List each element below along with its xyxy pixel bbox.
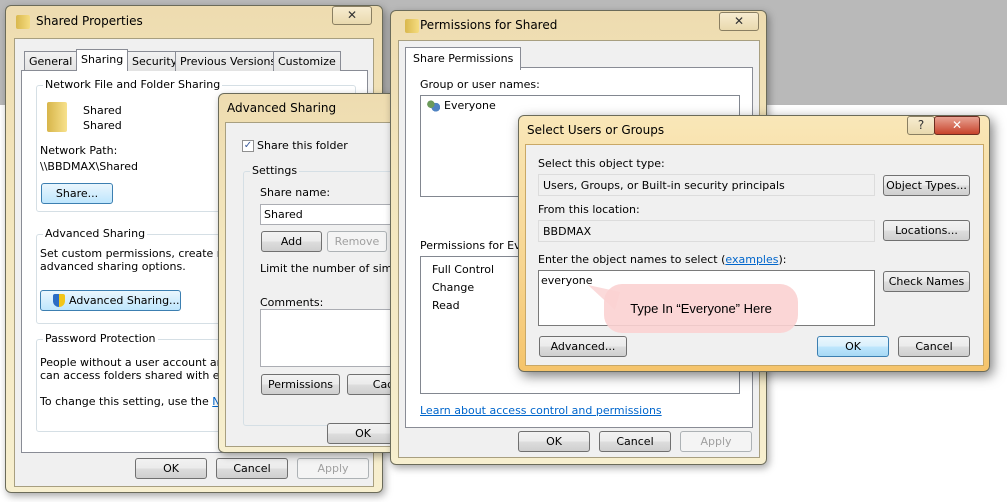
learn-access-control-link[interactable]: Learn about access control and permissio… [420,404,662,417]
apply-button[interactable]: Apply [680,431,752,452]
check-names-button[interactable]: Check Names [883,271,970,292]
folder-icon [16,15,30,29]
object-type-label: Select this object type: [538,157,665,170]
remove-button[interactable]: Remove [327,231,387,252]
checkbox-icon: ✓ [242,140,254,152]
checkbox-label: Share this folder [257,139,348,152]
location-label: From this location: [538,203,640,216]
enter-names-label: Enter the object names to select (exampl… [538,253,786,266]
group-label: Settings [250,164,300,177]
users-group-icon [426,100,440,112]
text: ): [778,253,787,266]
close-button[interactable]: ✕ [934,116,980,135]
share-button[interactable]: Share... [41,183,113,204]
group-label: Network File and Folder Sharing [43,78,223,91]
description: People without a user account and p [40,356,242,369]
text: Enter the object names to select ( [538,253,726,266]
button-label: Advanced Sharing... [69,294,180,307]
object-type-field: Users, Groups, or Built-in security prin… [538,174,875,196]
add-button[interactable]: Add [261,231,322,252]
advanced-sharing-window: Advanced Sharing ✓ Share this folder Set… [218,93,443,453]
folder-large-icon [47,102,67,132]
folder-icon [405,19,419,33]
object-types-button[interactable]: Object Types... [883,175,970,196]
window-title: Advanced Sharing [227,101,337,115]
tab-sharing[interactable]: Sharing [76,49,129,71]
tab-customize[interactable]: Customize [273,51,341,71]
description: can access folders shared with every [40,369,244,382]
cancel-button[interactable]: Cancel [898,336,970,357]
folder-name: Shared [83,104,122,117]
apply-button[interactable]: Apply [297,458,369,479]
group-label: Password Protection [43,332,158,345]
folder-type: Shared [83,119,122,132]
window-title: Permissions for Shared [420,18,558,32]
comments-label: Comments: [260,296,324,309]
permission-change: Change [432,281,475,294]
tab-previous-versions[interactable]: Previous Versions [175,51,282,71]
examples-link[interactable]: examples [725,253,778,266]
permission-read: Read [432,299,460,312]
permission-full-control: Full Control [432,263,495,276]
network-path: \\BBDMAX\Shared [40,160,138,173]
client-area: ✓ Share this folder Settings Share name:… [225,122,443,447]
window-title: Shared Properties [36,14,143,28]
tab-share-permissions[interactable]: Share Permissions [405,47,522,70]
share-name-label: Share name: [260,186,331,199]
advanced-button[interactable]: Advanced... [539,336,627,357]
ok-button[interactable]: OK [817,336,889,357]
description: advanced sharing options. [40,260,186,273]
tab-general[interactable]: General [24,51,78,71]
select-users-window: Select Users or Groups ? ✕ Select this o… [518,115,990,372]
field-value: BBDMAX [543,225,592,238]
ok-button[interactable]: OK [518,431,590,452]
instruction-callout: Type In “Everyone” Here [604,284,798,333]
group-label: Advanced Sharing [43,227,148,240]
locations-button[interactable]: Locations... [883,220,970,241]
window-title: Select Users or Groups [527,123,665,137]
ok-button[interactable]: OK [327,423,399,444]
field-value: Users, Groups, or Built-in security prin… [543,179,785,192]
text: To change this setting, use the [40,395,213,408]
advanced-sharing-button[interactable]: Advanced Sharing... [40,290,181,311]
callout-text: Type In “Everyone” Here [630,301,772,316]
field-value: Shared [264,208,303,221]
tab-security[interactable]: Security [127,51,183,71]
cancel-button[interactable]: Cancel [599,431,671,452]
network-path-label: Network Path: [40,144,118,157]
uac-shield-icon [53,294,65,307]
ok-button[interactable]: OK [135,458,207,479]
description: To change this setting, use the Netw [40,395,241,408]
cancel-button[interactable]: Cancel [216,458,288,479]
help-button[interactable]: ? [907,116,935,135]
group-names-label: Group or user names: [420,78,540,91]
group-name: Everyone [444,99,496,112]
location-field: BBDMAX [538,220,875,242]
close-button[interactable]: ✕ [719,12,759,31]
close-button[interactable]: ✕ [332,6,372,25]
permissions-button[interactable]: Permissions [261,374,340,395]
